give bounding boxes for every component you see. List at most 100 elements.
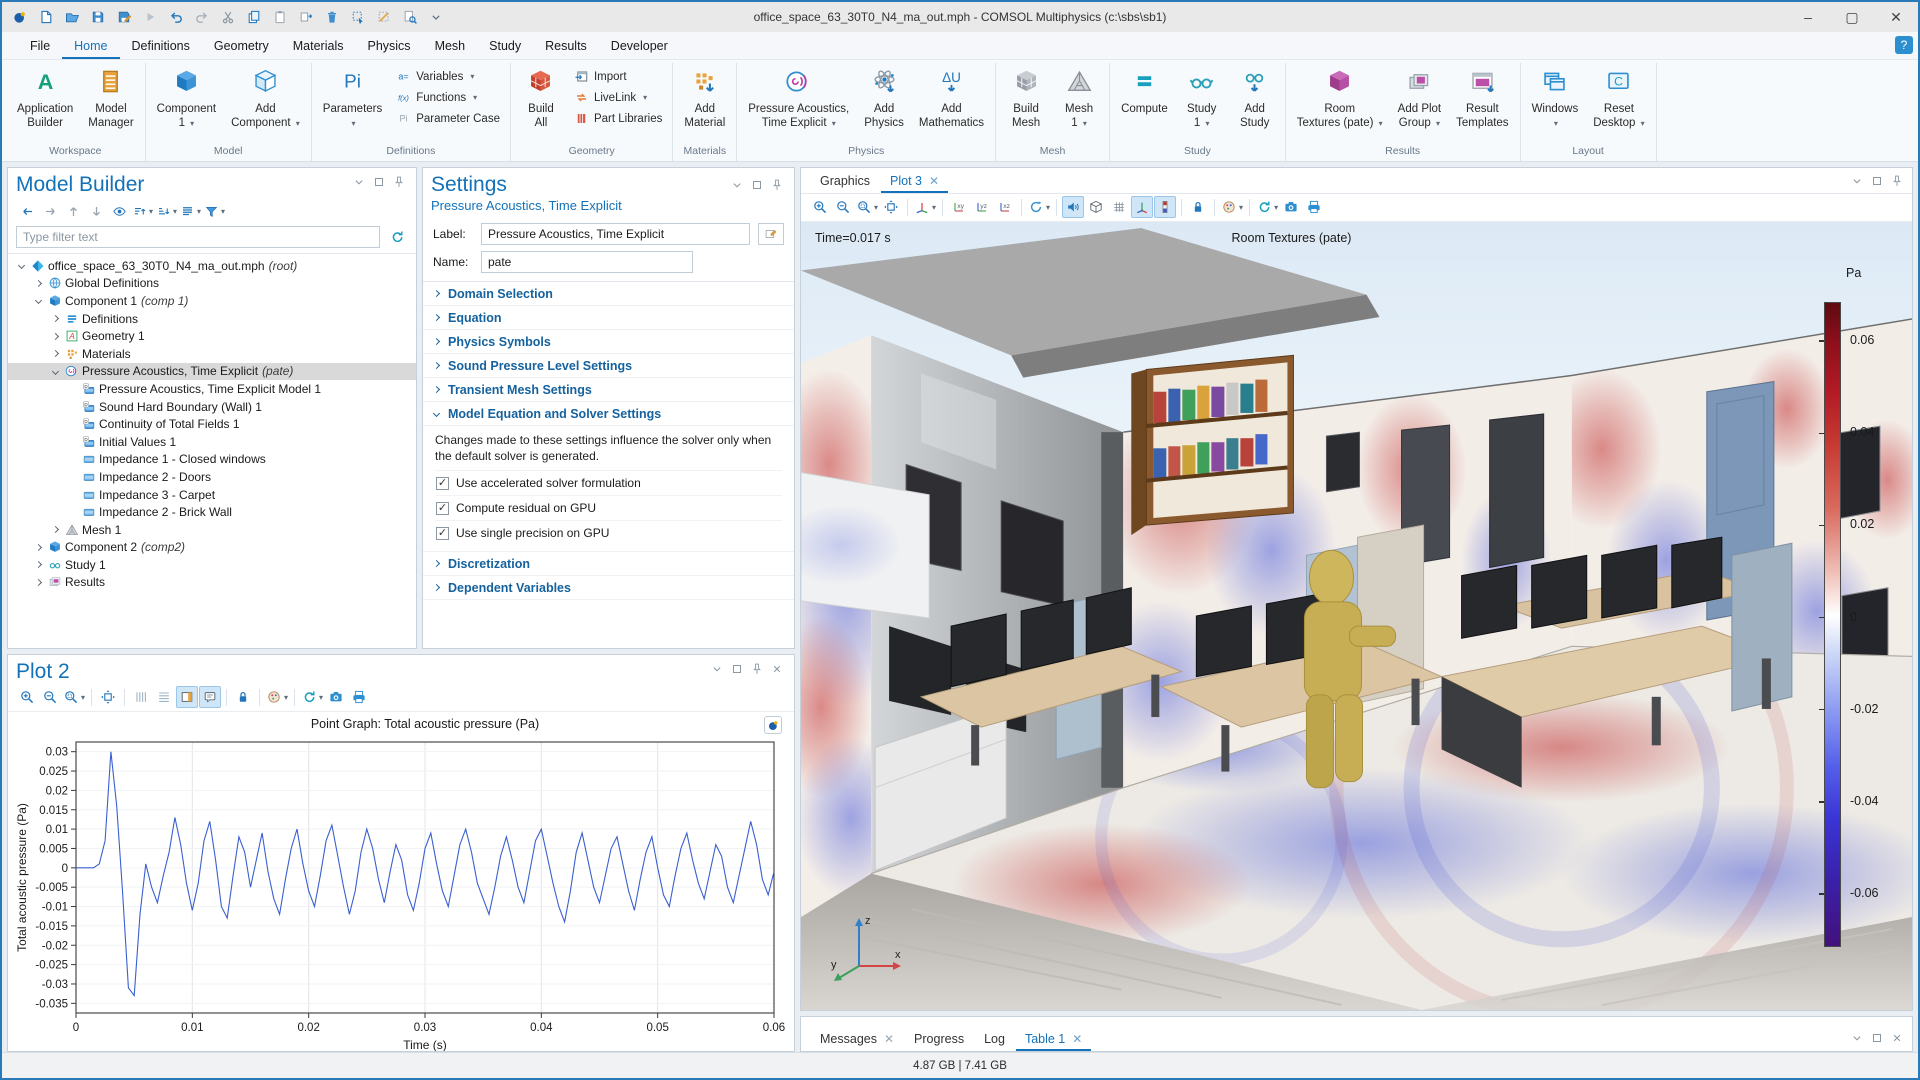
tree-item-sound-hard-boundary-wall-1[interactable]: D Sound Hard Boundary (Wall) 1 <box>8 398 416 416</box>
tree-item-geometry-1[interactable]: A Geometry 1 <box>8 327 416 345</box>
ribbon-button-parameter-case[interactable]: Pi Parameter Case <box>392 110 504 127</box>
legend-icon[interactable] <box>176 686 199 708</box>
tree-expander[interactable] <box>48 350 62 358</box>
menu-materials[interactable]: Materials <box>281 33 356 59</box>
float-icon[interactable] <box>1868 1029 1886 1047</box>
zoom-in-icon[interactable] <box>809 196 831 218</box>
tree-item-results[interactable]: Results <box>8 574 416 592</box>
tree-item-component-2[interactable]: Component 2 (comp2) <box>8 539 416 557</box>
bottom-tab-table-1[interactable]: Table 1 ✕ <box>1015 1028 1092 1051</box>
close-button[interactable]: ✕ <box>1874 2 1918 32</box>
zoom-extents-icon[interactable] <box>97 686 119 708</box>
copy-icon[interactable] <box>242 5 266 29</box>
bottom-tab-messages[interactable]: Messages ✕ <box>811 1028 903 1051</box>
camera-icon[interactable] <box>325 686 347 708</box>
cut-icon[interactable] <box>216 5 240 29</box>
note-icon[interactable] <box>199 686 222 708</box>
tree-item-impedance-2-doors[interactable]: Impedance 2 - Doors <box>8 468 416 486</box>
checkbox-box[interactable]: ✓ <box>436 501 449 515</box>
zoom-out-icon[interactable] <box>39 686 61 708</box>
float-icon[interactable] <box>370 173 388 191</box>
tree-expander[interactable] <box>31 561 45 569</box>
close-icon[interactable] <box>768 660 786 678</box>
tree-item-impedance-1-closed-windows[interactable]: Impedance 1 - Closed windows <box>8 451 416 469</box>
tree-expander[interactable] <box>31 297 45 305</box>
sort-asc-icon[interactable]: ▾ <box>131 200 154 222</box>
point-graph-chart[interactable]: Point Graph: Total acoustic pressure (Pa… <box>12 712 790 1051</box>
ribbon-button-add-plot-group[interactable]: Add Plot Group ▾ <box>1391 63 1448 144</box>
ygrid-icon[interactable] <box>130 686 152 708</box>
maximize-button[interactable]: ▢ <box>1830 2 1874 32</box>
view-xz-icon[interactable]: xz <box>994 196 1016 218</box>
tree-item-initial-values-1[interactable]: D Initial Values 1 <box>8 433 416 451</box>
refresh-icon[interactable] <box>386 226 408 248</box>
play-icon[interactable] <box>138 5 162 29</box>
float-icon[interactable] <box>1868 172 1886 190</box>
tab-close-icon[interactable]: ✕ <box>1072 1033 1082 1045</box>
ribbon-button-pressure-acoustics-time-explicit[interactable]: Pressure Acoustics, Time Explicit ▾ <box>741 63 856 144</box>
zoom-extents-icon[interactable] <box>880 196 902 218</box>
pin-icon[interactable] <box>748 660 766 678</box>
tree-item-impedance-2-brick-wall[interactable]: Impedance 2 - Brick Wall <box>8 503 416 521</box>
panel-menu-icon[interactable] <box>1848 1029 1866 1047</box>
zoom-box-icon[interactable]: ▾ <box>62 686 86 708</box>
tree-expander[interactable] <box>48 526 62 534</box>
orientation-icon[interactable] <box>1131 196 1154 218</box>
grid-icon[interactable] <box>1108 196 1130 218</box>
menu-study[interactable]: Study <box>477 33 533 59</box>
pin-icon[interactable] <box>768 176 786 194</box>
ribbon-button-build-mesh[interactable]: Build Mesh <box>1000 63 1052 144</box>
menu-mesh[interactable]: Mesh <box>423 33 478 59</box>
scene-icon[interactable] <box>1085 196 1107 218</box>
ribbon-button-add-component[interactable]: Add Component ▾ <box>224 63 307 144</box>
ribbon-button-add-mathematics[interactable]: ΔU Add Mathematics <box>912 63 991 144</box>
colorbar-icon[interactable] <box>1154 196 1177 218</box>
paste-icon[interactable] <box>268 5 292 29</box>
zoom-out-icon[interactable] <box>832 196 854 218</box>
tree-expander[interactable] <box>48 315 62 323</box>
new-icon[interactable] <box>34 5 58 29</box>
tree-filter-input[interactable] <box>16 226 380 248</box>
ribbon-button-add-material[interactable]: Add Material <box>677 63 732 144</box>
rotate-icon[interactable]: ▾ <box>1027 196 1051 218</box>
minimize-button[interactable]: – <box>1786 2 1830 32</box>
tree-item-office-space-63-30t0-n4-ma-out-mph[interactable]: office_space_63_30T0_N4_ma_out.mph (root) <box>8 257 416 275</box>
palette-icon[interactable]: ▾ <box>1220 196 1244 218</box>
tree-item-component-1[interactable]: Component 1 (comp 1) <box>8 292 416 310</box>
nav-down-icon[interactable] <box>85 200 107 222</box>
float-icon[interactable] <box>748 176 766 194</box>
pin-icon[interactable] <box>390 173 408 191</box>
checkbox-box[interactable]: ✓ <box>436 526 449 540</box>
section-sound-pressure-level-settings[interactable]: Sound Pressure Level Settings <box>423 354 794 378</box>
section-domain-selection[interactable]: Domain Selection <box>423 282 794 306</box>
zoom-box-icon[interactable]: ▾ <box>855 196 879 218</box>
print-icon[interactable] <box>348 686 370 708</box>
graphics-tab-graphics[interactable]: Graphics <box>811 170 879 193</box>
tab-close-icon[interactable]: ✕ <box>884 1033 894 1045</box>
tab-close-icon[interactable]: ✕ <box>929 175 939 187</box>
open-icon[interactable] <box>60 5 84 29</box>
tree-item-mesh-1[interactable]: Mesh 1 <box>8 521 416 539</box>
close-icon[interactable] <box>1888 1029 1906 1047</box>
ribbon-button-room-textures-pate[interactable]: Room Textures (pate) ▾ <box>1290 63 1390 144</box>
float-icon[interactable] <box>728 660 746 678</box>
menu-developer[interactable]: Developer <box>599 33 680 59</box>
view-yz-icon[interactable]: yz <box>971 196 993 218</box>
ribbon-button-application-builder[interactable]: A Application Builder <box>10 63 80 144</box>
section-transient-mesh-settings[interactable]: Transient Mesh Settings <box>423 378 794 402</box>
tree-item-pressure-acoustics-time-explicit[interactable]: Pressure Acoustics, Time Explicit (pate) <box>8 362 416 381</box>
more-icon[interactable] <box>424 5 448 29</box>
graphics-tab-plot-3[interactable]: Plot 3 ✕ <box>881 170 949 193</box>
bottom-tab-log[interactable]: Log <box>975 1028 1014 1051</box>
tree-item-global-definitions[interactable]: Global Definitions <box>8 275 416 293</box>
panel-menu-icon[interactable] <box>728 176 746 194</box>
bottom-tab-progress[interactable]: Progress <box>905 1028 973 1051</box>
tree-item-continuity-of-total-fields-1[interactable]: D Continuity of Total Fields 1 <box>8 415 416 433</box>
menu-definitions[interactable]: Definitions <box>120 33 202 59</box>
eye-icon[interactable] <box>108 200 130 222</box>
tree-expander[interactable] <box>48 367 62 375</box>
pin-icon[interactable] <box>1888 172 1906 190</box>
sort-desc-icon[interactable]: ▾ <box>155 200 178 222</box>
tree-item-pressure-acoustics-time-explicit-model-1[interactable]: D Pressure Acoustics, Time Explicit Model… <box>8 380 416 398</box>
zoom-in-icon[interactable] <box>16 686 38 708</box>
